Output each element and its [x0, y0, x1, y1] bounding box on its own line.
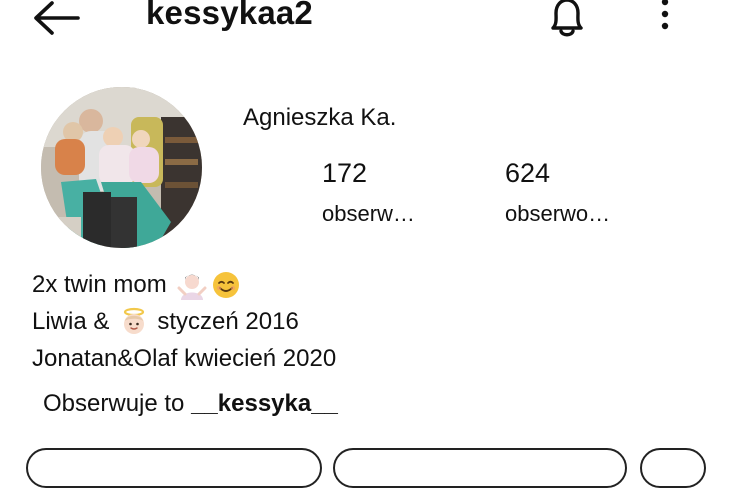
profile-avatar[interactable] [41, 87, 202, 248]
back-button[interactable] [32, 0, 82, 36]
followed-by-prefix: Obserwuje to [43, 390, 185, 417]
smiling-face-emoji [212, 271, 239, 298]
profile-bio: 2x twin mom Liwia & styczeń 2016 Jonatan… [32, 266, 336, 377]
bio-line-2-end: styczeń 2016 [157, 308, 299, 335]
bio-line-1-text: 2x twin mom [32, 271, 167, 298]
bio-line-2-start: Liwia & [32, 308, 110, 335]
message-button[interactable] [333, 448, 627, 488]
follow-button[interactable] [26, 448, 322, 488]
profile-username: kessykaa2 [146, 0, 313, 31]
bio-line-3: Jonatan&Olaf kwiecień 2020 [32, 340, 336, 377]
bio-line-3-text: Jonatan&Olaf kwiecień 2020 [32, 345, 337, 372]
bell-icon [551, 0, 583, 37]
followed-by-link[interactable]: Obserwuje to __kessyka__ [43, 390, 338, 418]
followers-count: 172 [322, 158, 368, 188]
avatar-photo [41, 87, 202, 248]
bio-line-2: Liwia & styczeń 2016 [32, 303, 336, 340]
followed-by-user[interactable]: __kessyka__ [191, 390, 338, 417]
notifications-button[interactable] [543, 0, 591, 40]
arrow-left-icon [34, 1, 80, 35]
following-stat[interactable]: 624 obserwo… [505, 158, 610, 227]
more-vertical-icon [661, 0, 669, 30]
top-bar: kessykaa2 [0, 0, 730, 44]
followers-label: obserw… [322, 201, 415, 226]
followers-stat[interactable]: 172 obserw… [322, 158, 415, 227]
display-name: Agnieszka Ka. [243, 104, 397, 131]
following-label: obserwo… [505, 201, 611, 226]
more-options-button[interactable] [650, 0, 680, 38]
baby-angel-emoji [124, 307, 145, 334]
suggestions-button[interactable] [640, 448, 706, 488]
bio-line-1: 2x twin mom [32, 266, 336, 303]
following-count: 624 [505, 158, 551, 188]
person-shrugging-emoji [177, 274, 207, 300]
